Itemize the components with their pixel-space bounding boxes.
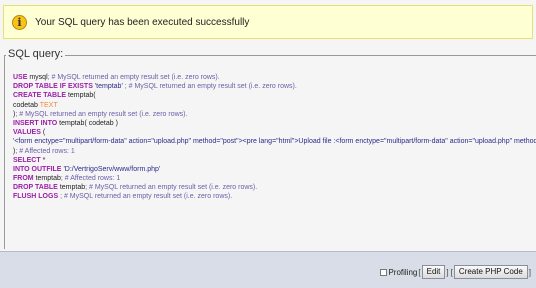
sql-line: INSERT INTO temptab( codetab )	[13, 119, 536, 128]
edit-button[interactable]: Edit	[421, 265, 446, 279]
sql-token: temptab	[59, 184, 86, 192]
sql-token: *	[42, 156, 46, 164]
sql-token: ; # Affected rows: 1	[15, 147, 75, 155]
profiling-label[interactable]: Profiling	[388, 268, 417, 277]
sql-token: INTO OUTFILE	[13, 165, 64, 173]
sql-token: (	[42, 129, 46, 137]
sql-token: CREATE TABLE	[13, 92, 68, 100]
create-php-code-button[interactable]: Create PHP Code	[453, 265, 528, 279]
sql-token: INSERT INTO	[13, 119, 60, 127]
sql-token: ; # MySQL returned an empty result set (…	[47, 74, 220, 81]
sql-token: FROM	[13, 175, 36, 183]
bracket-open: [	[450, 267, 453, 277]
sql-token: TEXT	[39, 101, 58, 109]
sql-line: FLUSH LOGS ; # MySQL returned an empty r…	[13, 192, 536, 201]
info-icon: i	[12, 14, 27, 30]
sql-line: codetab TEXT	[13, 101, 536, 110]
bracket-close: ]	[528, 267, 531, 277]
sql-line: CREATE TABLE temptab(	[13, 91, 536, 100]
sql-token: SELECT	[13, 156, 43, 164]
sql-token: mysql	[29, 74, 48, 81]
bracket-close: ]	[446, 267, 449, 277]
sql-token: DROP TABLE IF EXISTS	[13, 83, 95, 91]
sql-token: temptab	[35, 175, 61, 183]
sql-line: '<form enctype="multipart/form-data" act…	[13, 137, 536, 146]
sql-line: ); # MySQL returned an empty result set …	[13, 110, 536, 119]
query-actions: Profiling [ Edit ] [ Create PHP Code ]	[380, 265, 532, 279]
sql-query-legend: SQL query:	[6, 48, 66, 60]
sql-token: DROP TABLE	[13, 184, 60, 192]
success-notice: i Your SQL query has been executed succe…	[3, 5, 533, 39]
success-message: Your SQL query has been executed success…	[35, 16, 250, 28]
sql-line: SELECT *	[13, 156, 536, 165]
sql-line: VALUES (	[13, 128, 536, 137]
sql-token: FLUSH LOGS	[13, 193, 61, 201]
sql-token: ; # MySQL returned an empty result set (…	[15, 110, 188, 118]
sql-line: DROP TABLE temptab; # MySQL returned an …	[13, 183, 536, 192]
query-footer: Profiling [ Edit ] [ Create PHP Code ]	[0, 251, 536, 288]
sql-token: temptab(	[67, 92, 96, 100]
sql-token: 'temptab'	[94, 83, 123, 91]
sql-token: ; # MySQL returned an empty result set (…	[60, 193, 233, 201]
sql-token: ; # Affected rows: 1	[60, 175, 121, 183]
sql-token: 'D:/VertrigoServ/www/form.php'	[63, 165, 161, 173]
sql-token: VALUES	[13, 129, 43, 137]
sql-line: FROM temptab; # Affected rows: 1	[13, 174, 536, 183]
bracket-open: [	[418, 267, 421, 277]
sql-query-text: USE mysql; # MySQL returned an empty res…	[13, 73, 536, 202]
sql-token: ; # MySQL returned an empty result set (…	[85, 184, 258, 192]
sql-line: DROP TABLE IF EXISTS 'temptab' ; # MySQL…	[13, 82, 536, 91]
sql-token: ; # MySQL returned an empty result set (…	[122, 83, 297, 91]
sql-token: USE	[13, 74, 30, 81]
sql-line: USE mysql; # MySQL returned an empty res…	[13, 73, 536, 82]
sql-token: codetab	[13, 101, 40, 109]
sql-line: INTO OUTFILE 'D:/VertrigoServ/www/form.p…	[13, 165, 536, 174]
sql-query-fieldset: SQL query: USE mysql; # MySQL returned a…	[4, 48, 536, 249]
profiling-checkbox[interactable]	[380, 268, 388, 276]
sql-token: '<form enctype="multipart/form-data" act…	[13, 138, 536, 146]
sql-line: ); # Affected rows: 1	[13, 147, 536, 156]
sql-token: temptab( codetab )	[59, 119, 118, 127]
